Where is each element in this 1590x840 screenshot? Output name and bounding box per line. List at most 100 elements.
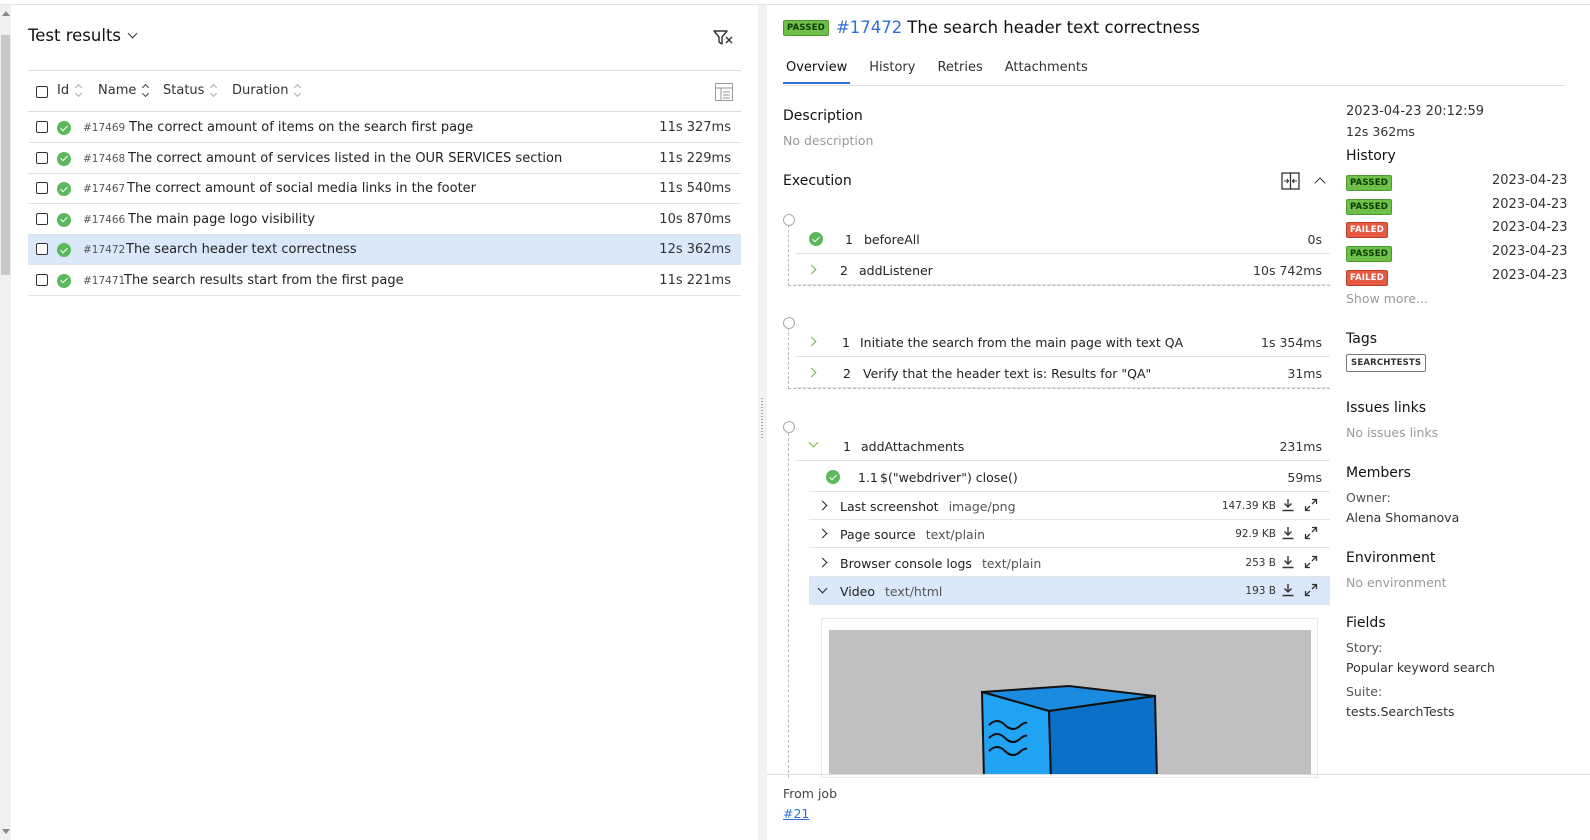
column-header-duration[interactable]: Duration xyxy=(232,83,302,98)
attachment-mime: text/plain xyxy=(925,527,986,542)
step-row[interactable]: 1 Initiate the search from the main page… xyxy=(795,327,1330,357)
step-duration: 231ms xyxy=(1279,439,1322,454)
download-icon[interactable] xyxy=(1281,498,1295,512)
step-row[interactable]: 1 addAttachments 231ms xyxy=(795,431,1330,461)
expand-icon[interactable] xyxy=(1304,583,1318,597)
history-item[interactable]: PASSED 2023-04-23 xyxy=(1346,197,1586,215)
tab-overview[interactable]: Overview xyxy=(783,60,851,84)
row-duration: 12s 362ms xyxy=(659,242,731,257)
history-date: 2023-04-23 xyxy=(1492,196,1568,212)
row-checkbox[interactable] xyxy=(36,243,48,255)
test-id: #17472 xyxy=(835,18,903,37)
attachment-row[interactable]: Video text/html 193 B xyxy=(809,577,1330,605)
attachment-row[interactable]: Browser console logs text/plain 253 B xyxy=(809,549,1330,577)
passed-icon xyxy=(57,212,71,227)
expand-icon[interactable] xyxy=(1304,526,1318,540)
sort-icon xyxy=(142,85,150,97)
history-date: 2023-04-23 xyxy=(1492,220,1568,236)
column-header-status[interactable]: Status xyxy=(163,83,218,98)
row-name[interactable]: The search results start from the first … xyxy=(124,273,404,288)
collapse-icon[interactable] xyxy=(1314,177,1326,189)
start-time: 2023-04-23 20:12:59 xyxy=(1346,104,1485,119)
row-name[interactable]: The correct amount of services listed in… xyxy=(128,151,562,166)
row-checkbox[interactable] xyxy=(36,273,48,286)
attachment-row[interactable]: Page source text/plain 92.9 KB xyxy=(809,520,1330,548)
attachment-size: 193 B xyxy=(1245,585,1276,597)
show-more-link[interactable]: Show more... xyxy=(1346,291,1428,306)
download-icon[interactable] xyxy=(1281,583,1295,597)
scroll-down-icon[interactable] xyxy=(2,829,10,834)
table-row[interactable]: #17472 The search header text correctness… xyxy=(28,235,741,265)
history-status-badge: FAILED xyxy=(1346,222,1389,239)
tags-title: Tags xyxy=(1346,331,1377,347)
column-header-id[interactable]: Id xyxy=(57,83,83,98)
teardown-circle-icon xyxy=(783,421,795,433)
substep-row[interactable]: 1.1 $("webdriver") close() 59ms xyxy=(809,462,1330,492)
table-row[interactable]: #17467 The correct amount of social media… xyxy=(28,174,741,204)
table-row[interactable]: #17471 The search results start from the … xyxy=(28,266,741,296)
attachment-row[interactable]: Last screenshot image/png 147.39 KB xyxy=(809,492,1330,520)
row-duration: 11s 327ms xyxy=(659,120,731,135)
expand-all-icon[interactable] xyxy=(1281,172,1300,190)
environment-text: No environment xyxy=(1346,575,1447,590)
video-preview[interactable] xyxy=(829,630,1311,775)
row-checkbox[interactable] xyxy=(36,121,48,133)
test-header: PASSED #17472 The search header text cor… xyxy=(783,18,1200,37)
step-row[interactable]: 2 Verify that the header text is: Result… xyxy=(795,358,1330,388)
clear-filter-icon[interactable] xyxy=(712,28,734,48)
attachment-size: 147.39 KB xyxy=(1221,500,1276,512)
detail-tabs: Overview History Retries Attachments xyxy=(783,60,1107,84)
history-item[interactable]: PASSED 2023-04-23 xyxy=(1346,173,1586,191)
row-name[interactable]: The correct amount of social media links… xyxy=(127,181,476,196)
scroll-up-icon[interactable] xyxy=(2,11,10,16)
row-name[interactable]: The correct amount of items on the searc… xyxy=(129,120,473,135)
passed-icon xyxy=(809,232,823,246)
story-label: Story: xyxy=(1346,640,1383,655)
column-header-name[interactable]: Name xyxy=(98,83,150,98)
download-icon[interactable] xyxy=(1281,555,1295,569)
row-duration: 10s 870ms xyxy=(659,211,731,227)
execution-title: Execution xyxy=(783,173,852,189)
expand-icon[interactable] xyxy=(1304,555,1318,569)
scroll-thumb[interactable] xyxy=(1,35,10,275)
tab-retries[interactable]: Retries xyxy=(934,60,985,84)
download-icon[interactable] xyxy=(1281,526,1295,540)
row-checkbox[interactable] xyxy=(36,212,48,225)
row-name[interactable]: The main page logo visibility xyxy=(128,212,315,227)
chevron-down-icon[interactable] xyxy=(817,583,828,594)
attachment-size: 92.9 KB xyxy=(1235,528,1276,540)
step-row[interactable]: 1 beforeAll 0s xyxy=(795,224,1330,254)
expand-icon[interactable] xyxy=(1304,498,1318,512)
history-item[interactable]: FAILED 2023-04-23 xyxy=(1346,268,1586,286)
history-date: 2023-04-23 xyxy=(1492,173,1568,188)
table-row[interactable]: #17466 The main page logo visibility 10s 8… xyxy=(28,205,741,235)
row-checkbox[interactable] xyxy=(36,151,48,164)
step-row[interactable]: 2 addListener 10s 742ms xyxy=(795,255,1330,285)
attachment-title: Browser console logs xyxy=(840,556,972,571)
sort-icon xyxy=(294,85,302,97)
history-item[interactable]: FAILED 2023-04-23 xyxy=(1346,220,1586,239)
row-checkbox[interactable] xyxy=(36,182,48,194)
left-scrollbar[interactable] xyxy=(0,5,11,840)
row-name[interactable]: The search header text correctness xyxy=(126,242,357,257)
chevron-right-icon[interactable] xyxy=(817,557,828,568)
attachment-name: Page source text/plain xyxy=(840,527,985,542)
members-title: Members xyxy=(1346,465,1411,481)
history-item[interactable]: PASSED 2023-04-23 xyxy=(1346,244,1586,263)
column-settings-icon[interactable] xyxy=(714,82,734,102)
test-results-dropdown[interactable]: Test results xyxy=(28,26,138,45)
table-row[interactable]: #17468 The correct amount of services lis… xyxy=(28,144,741,174)
select-all-checkbox[interactable] xyxy=(36,86,48,98)
tag-badge[interactable]: SEARCHTESTS xyxy=(1346,354,1427,372)
table-row[interactable]: #17469 The correct amount of items on the… xyxy=(28,113,741,143)
tab-attachments[interactable]: Attachments xyxy=(1002,60,1091,84)
chevron-right-icon[interactable] xyxy=(817,528,828,539)
chevron-right-icon[interactable] xyxy=(817,500,828,511)
column-label: Status xyxy=(163,83,205,98)
resize-grip-icon[interactable] xyxy=(761,398,763,438)
chevron-down-icon xyxy=(127,28,138,39)
step-name: beforeAll xyxy=(864,232,920,247)
chevron-right-icon xyxy=(806,336,817,347)
tab-history[interactable]: History xyxy=(866,60,918,84)
job-link[interactable]: #21 xyxy=(783,806,809,821)
